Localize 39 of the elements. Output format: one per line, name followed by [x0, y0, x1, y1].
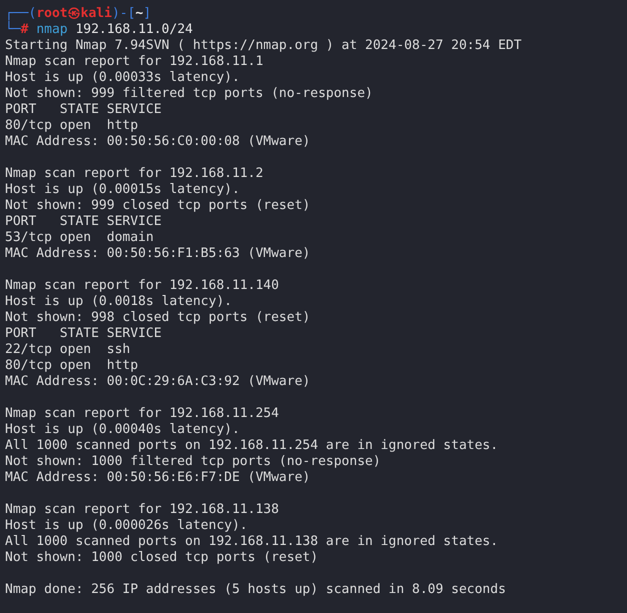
prompt-user-host: root㉿kali	[36, 6, 112, 21]
output-line: Host is up (0.00015s latency).	[5, 182, 240, 198]
output-line: 80/tcp open http	[5, 118, 138, 134]
output-line: MAC Address: 00:50:56:E6:F7:DE (VMware)	[5, 470, 310, 486]
output-line: Host is up (0.0018s latency).	[5, 294, 232, 310]
output-line: 80/tcp open http	[5, 358, 138, 374]
prompt-frame: └─	[5, 22, 21, 37]
output-line: Host is up (0.000026s latency).	[5, 518, 248, 534]
output-line: Nmap scan report for 192.168.11.140	[5, 278, 279, 294]
output-line: Host is up (0.00040s latency).	[5, 422, 240, 438]
prompt-directory: ~	[135, 6, 144, 21]
output-line: Starting Nmap 7.94SVN ( https://nmap.org ) at 2024-08-27 20:54 EDT	[5, 38, 522, 54]
output-line: Not shown: 998 closed tcp ports (reset)	[5, 310, 310, 326]
output-line: Not shown: 1000 filtered tcp ports (no-response)	[5, 454, 381, 470]
output-line: 22/tcp open ssh	[5, 342, 130, 358]
output-line: Nmap scan report for 192.168.11.1	[5, 54, 264, 70]
prompt-symbol: #	[20, 22, 28, 37]
command-argument: 192.168.11.0/24	[75, 22, 193, 37]
output-line: Nmap scan report for 192.168.11.254	[5, 406, 279, 422]
prompt-frame: )-[	[112, 6, 136, 21]
command-name: nmap	[36, 22, 68, 37]
output-line: All 1000 scanned ports on 192.168.11.138 are in ignored states.	[5, 534, 498, 550]
output-line: Nmap scan report for 192.168.11.138	[5, 502, 279, 518]
output-line: Not shown: 999 filtered tcp ports (no-response)	[5, 86, 373, 102]
output-line: Host is up (0.00033s latency).	[5, 70, 240, 86]
output-line: Nmap done: 256 IP addresses (5 hosts up) scanned in 8.09 seconds	[5, 582, 506, 598]
output-line: Nmap scan report for 192.168.11.2	[5, 166, 264, 182]
output-line: PORT STATE SERVICE	[5, 326, 162, 342]
output-line: MAC Address: 00:0C:29:6A:C3:92 (VMware)	[5, 374, 310, 390]
output-line: All 1000 scanned ports on 192.168.11.254 are in ignored states.	[5, 438, 498, 454]
output-line: MAC Address: 00:50:56:F1:B5:63 (VMware)	[5, 246, 310, 262]
prompt-frame: ]	[143, 6, 152, 21]
output-line: Not shown: 1000 closed tcp ports (reset)	[5, 550, 318, 566]
output-line: PORT STATE SERVICE	[5, 102, 162, 118]
output-line: MAC Address: 00:50:56:C0:00:08 (VMware)	[5, 134, 310, 150]
output-line: 53/tcp open domain	[5, 230, 154, 246]
output-line: Not shown: 999 closed tcp ports (reset)	[5, 198, 310, 214]
output-line: PORT STATE SERVICE	[5, 214, 162, 230]
prompt-frame: ┌──(	[5, 6, 36, 21]
